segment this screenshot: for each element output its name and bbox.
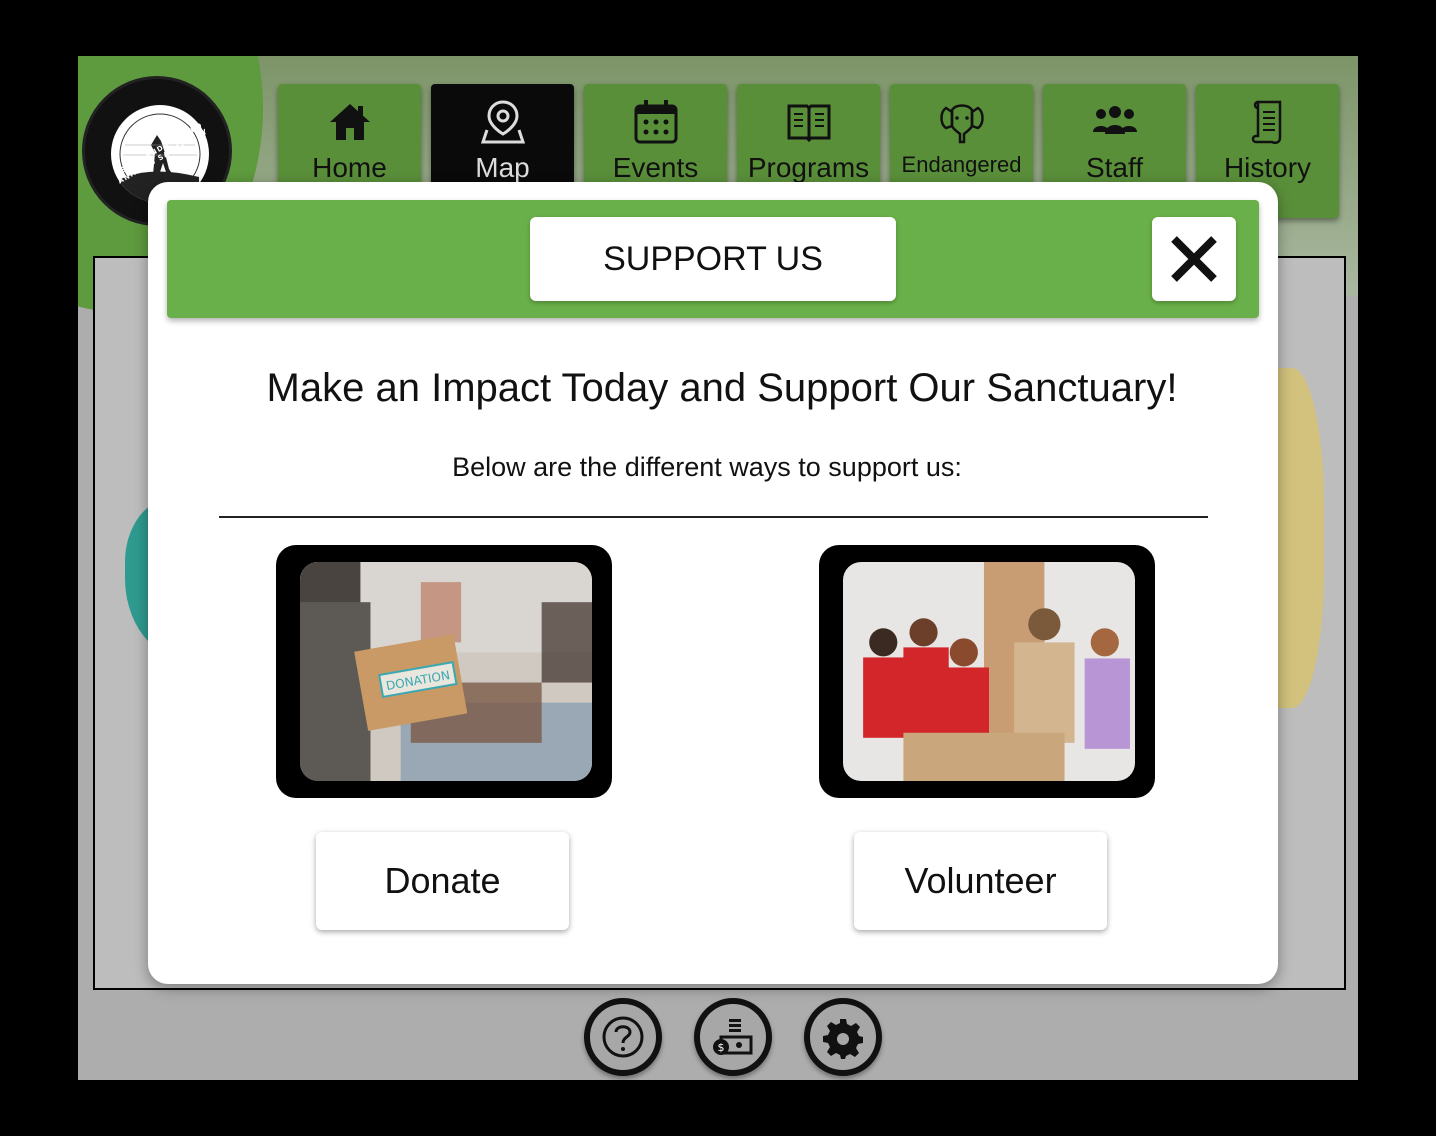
help-button[interactable]	[584, 998, 662, 1076]
donate-button[interactable]: Donate	[316, 832, 569, 930]
tab-endangered-label: Endangered	[901, 152, 1022, 177]
tab-history-label: History	[1223, 152, 1312, 183]
help-icon	[602, 1016, 644, 1058]
tab-programs-label: Programs	[747, 152, 870, 183]
tab-home-label: Home	[312, 152, 387, 183]
dialog-headline: Make an Impact Today and Support Our San…	[266, 366, 1178, 410]
support-us-dialog: SUPPORT US Make an Impact Today and Supp…	[148, 182, 1278, 984]
settings-icon	[823, 1019, 863, 1059]
elephant-icon	[939, 104, 984, 144]
tab-staff-label: Staff	[1085, 152, 1144, 183]
volunteer-photo-image	[843, 562, 1135, 781]
close-button[interactable]	[1152, 217, 1236, 301]
scroll-icon	[1251, 100, 1281, 145]
book-icon	[787, 104, 830, 143]
home-icon	[329, 104, 370, 140]
settings-button[interactable]	[804, 998, 882, 1076]
donate-photo[interactable]: DONATION	[276, 545, 612, 798]
volunteer-photo[interactable]	[819, 545, 1155, 798]
tab-map-label: Map	[475, 152, 530, 183]
tab-events-label: Events	[612, 152, 699, 183]
map-pin-icon	[480, 100, 525, 144]
dialog-header: SUPPORT US	[167, 200, 1259, 318]
money-icon: $	[713, 1019, 753, 1055]
bottom-toolbar: $	[584, 998, 882, 1076]
divider	[219, 516, 1208, 518]
people-icon	[1092, 106, 1137, 134]
donate-photo-image: DONATION	[300, 562, 592, 781]
volunteer-button[interactable]: Volunteer	[854, 832, 1107, 930]
dialog-title: SUPPORT US	[530, 217, 896, 301]
svg-text:$: $	[718, 1041, 725, 1054]
calendar-icon	[634, 100, 677, 144]
donate-shortcut-button[interactable]: $	[694, 998, 772, 1076]
close-icon	[1171, 236, 1217, 282]
dialog-subhead: Below are the different ways to support …	[452, 452, 962, 482]
